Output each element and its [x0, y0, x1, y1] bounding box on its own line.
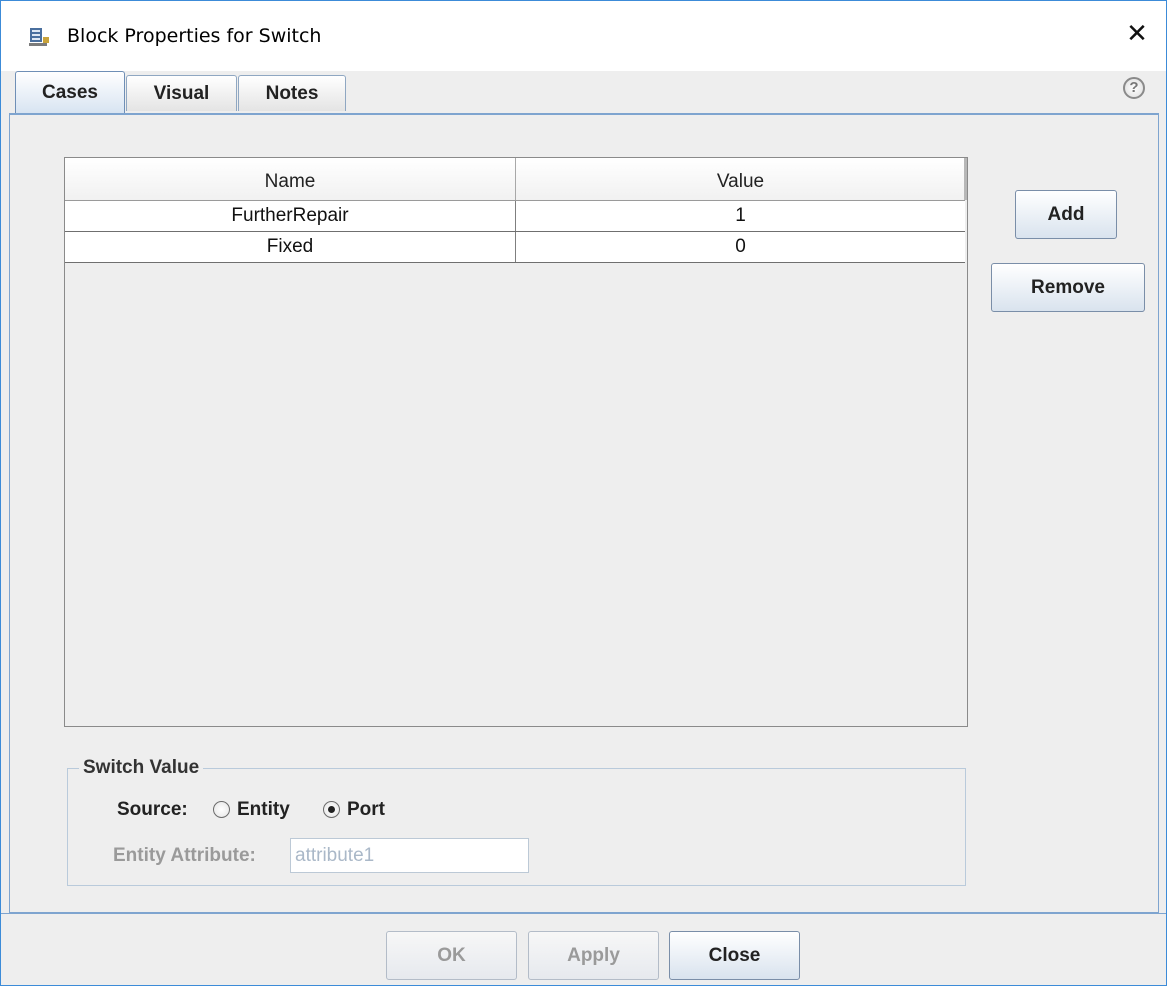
port-radio-label[interactable]: Port [347, 799, 385, 821]
cases-table[interactable]: Name Value FurtherRepair 1 Fixed 0 [64, 157, 968, 727]
remove-button-label: Remove [1031, 276, 1105, 298]
close-button[interactable]: Close [669, 931, 800, 980]
apply-button[interactable]: Apply [528, 931, 659, 980]
header-edge [964, 158, 967, 200]
dialog-window: Block Properties for Switch ✕ Cases Visu… [0, 0, 1167, 986]
cell-value[interactable]: 0 [516, 232, 965, 262]
footer-divider [1, 913, 1166, 914]
add-button[interactable]: Add [1015, 190, 1117, 239]
tab-label: Notes [265, 82, 319, 104]
cell-name[interactable]: Fixed [65, 232, 516, 262]
entity-radio-label[interactable]: Entity [237, 799, 290, 821]
tab-notes[interactable]: Notes [238, 75, 346, 111]
table-row[interactable]: Fixed 0 [65, 232, 965, 263]
port-radio[interactable] [323, 801, 340, 818]
tab-cases[interactable]: Cases [15, 71, 125, 113]
cell-name[interactable]: FurtherRepair [65, 201, 516, 231]
column-header-value[interactable]: Value [516, 158, 965, 200]
help-icon[interactable]: ? [1123, 77, 1145, 99]
block-properties-icon [29, 28, 49, 46]
tab-label: Cases [42, 81, 98, 103]
entity-attribute-field[interactable] [290, 838, 529, 873]
tab-visual[interactable]: Visual [126, 75, 237, 111]
switch-value-title: Switch Value [79, 757, 204, 779]
tab-label: Visual [153, 82, 210, 104]
ok-button-label: OK [437, 944, 466, 966]
table-header: Name Value [65, 158, 967, 201]
window-title: Block Properties for Switch [67, 25, 322, 47]
column-header-name[interactable]: Name [65, 158, 516, 200]
source-label: Source: [117, 799, 188, 820]
apply-button-label: Apply [567, 944, 620, 966]
close-icon[interactable]: ✕ [1122, 19, 1152, 49]
ok-button[interactable]: OK [386, 931, 517, 980]
title-bar[interactable]: Block Properties for Switch ✕ [1, 1, 1166, 71]
entity-radio[interactable] [213, 801, 230, 818]
table-row[interactable]: FurtherRepair 1 [65, 201, 965, 232]
close-button-label: Close [708, 944, 761, 966]
entity-attribute-label: Entity Attribute: [113, 845, 256, 866]
cell-value[interactable]: 1 [516, 201, 965, 231]
remove-button[interactable]: Remove [991, 263, 1145, 312]
add-button-label: Add [1047, 203, 1085, 225]
